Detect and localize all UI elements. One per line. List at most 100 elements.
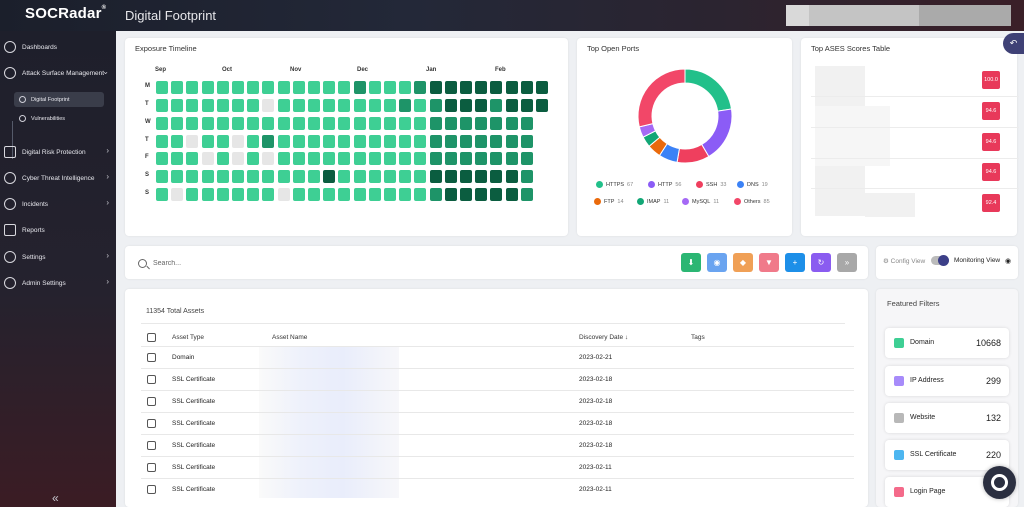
heatmap-cell[interactable] <box>292 117 305 130</box>
heatmap-cell[interactable] <box>429 117 442 130</box>
heatmap-cell[interactable] <box>292 188 305 201</box>
legend-item-https[interactable]: HTTPS 67 <box>596 181 633 188</box>
heatmap-cell[interactable] <box>384 117 396 130</box>
collapse-sidebar-icon[interactable]: « <box>52 491 59 505</box>
refresh-button[interactable]: ↻ <box>811 253 831 272</box>
column-header-tags[interactable]: Tags <box>691 334 705 341</box>
sidebar-item-incidents[interactable]: Incidents › <box>0 195 116 213</box>
heatmap-cell[interactable] <box>186 188 199 201</box>
heatmap-cell[interactable] <box>444 99 457 112</box>
heatmap-cell[interactable] <box>262 135 275 148</box>
heatmap-cell[interactable] <box>308 152 320 165</box>
dislike-button[interactable]: ▼ <box>759 253 779 272</box>
legend-item-mysql[interactable]: MySQL 11 <box>682 198 719 205</box>
download-button[interactable]: ⬇ <box>681 253 701 272</box>
heatmap-cell[interactable] <box>399 117 412 130</box>
row-checkbox[interactable] <box>147 419 156 428</box>
ases-score-badge[interactable]: 100.0 <box>982 71 1000 89</box>
heatmap-cell[interactable] <box>156 135 168 148</box>
heatmap-cell[interactable] <box>384 170 396 183</box>
heatmap-cell[interactable] <box>368 152 381 165</box>
heatmap-cell[interactable] <box>262 170 275 183</box>
view-button[interactable]: ◉ <box>707 253 727 272</box>
heatmap-cell[interactable] <box>368 170 381 183</box>
heatmap-cell[interactable] <box>414 81 427 94</box>
heatmap-cell[interactable] <box>444 152 457 165</box>
back-icon[interactable]: ↶ <box>1003 33 1024 54</box>
legend-item-others[interactable]: Others 85 <box>734 198 770 205</box>
heatmap-cell[interactable] <box>171 135 184 148</box>
heatmap-cell[interactable] <box>201 170 214 183</box>
heatmap-cell[interactable] <box>460 188 472 201</box>
heatmap-cell[interactable] <box>353 81 366 94</box>
column-header-asset-type[interactable]: Asset Type <box>172 334 204 341</box>
heatmap-cell[interactable] <box>460 170 472 183</box>
heatmap-cell[interactable] <box>505 170 518 183</box>
heatmap-cell[interactable] <box>475 152 488 165</box>
heatmap-cell[interactable] <box>262 117 275 130</box>
heatmap-cell[interactable] <box>186 170 199 183</box>
heatmap-cell[interactable] <box>201 152 214 165</box>
heatmap-cell[interactable] <box>247 117 260 130</box>
heatmap-cell[interactable] <box>338 135 351 148</box>
heatmap-cell[interactable] <box>520 117 533 130</box>
legend-item-imap[interactable]: IMAP 11 <box>637 198 669 205</box>
sidebar-item-dashboards[interactable]: Dashboards <box>0 38 116 56</box>
heatmap-cell[interactable] <box>292 152 305 165</box>
heatmap-cell[interactable] <box>520 152 533 165</box>
heatmap-cell[interactable] <box>308 170 320 183</box>
heatmap-cell[interactable] <box>338 117 351 130</box>
heatmap-cell[interactable] <box>490 99 503 112</box>
heatmap-cell[interactable] <box>262 152 275 165</box>
heatmap-cell[interactable] <box>232 170 244 183</box>
heatmap-cell[interactable] <box>292 99 305 112</box>
heatmap-cell[interactable] <box>460 99 472 112</box>
heatmap-cell[interactable] <box>399 81 412 94</box>
heatmap-cell[interactable] <box>399 99 412 112</box>
heatmap-cell[interactable] <box>414 152 427 165</box>
heatmap-cell[interactable] <box>277 99 290 112</box>
featured-filter-domain[interactable]: Domain 10668 <box>885 328 1009 358</box>
row-checkbox[interactable] <box>147 397 156 406</box>
heatmap-cell[interactable] <box>368 81 381 94</box>
heatmap-cell[interactable] <box>505 135 518 148</box>
heatmap-cell[interactable] <box>505 99 518 112</box>
heatmap-cell[interactable] <box>323 99 336 112</box>
heatmap-cell[interactable] <box>277 188 290 201</box>
column-header-asset-name[interactable]: Asset Name <box>272 334 307 341</box>
heatmap-cell[interactable] <box>384 135 396 148</box>
heatmap-cell[interactable] <box>490 117 503 130</box>
heatmap-cell[interactable] <box>368 135 381 148</box>
heatmap-cell[interactable] <box>323 81 336 94</box>
heatmap-cell[interactable] <box>171 99 184 112</box>
heatmap-cell[interactable] <box>520 99 533 112</box>
ases-score-badge[interactable]: 92.4 <box>982 194 1000 212</box>
heatmap-cell[interactable] <box>156 99 168 112</box>
heatmap-cell[interactable] <box>186 99 199 112</box>
heatmap-cell[interactable] <box>171 152 184 165</box>
heatmap-cell[interactable] <box>232 152 244 165</box>
heatmap-cell[interactable] <box>353 170 366 183</box>
heatmap-cell[interactable] <box>505 152 518 165</box>
heatmap-cell[interactable] <box>186 117 199 130</box>
heatmap-cell[interactable] <box>201 99 214 112</box>
sidebar-item-settings[interactable]: Settings › <box>0 248 116 266</box>
heatmap-cell[interactable] <box>384 99 396 112</box>
heatmap-cell[interactable] <box>429 170 442 183</box>
heatmap-cell[interactable] <box>247 188 260 201</box>
heatmap-cell[interactable] <box>201 188 214 201</box>
heatmap-cell[interactable] <box>460 152 472 165</box>
heatmap-cell[interactable] <box>399 152 412 165</box>
sidebar-item-admin-settings[interactable]: Admin Settings › <box>0 274 116 292</box>
legend-item-dns[interactable]: DNS 19 <box>737 181 768 188</box>
ases-score-badge[interactable]: 94.6 <box>982 163 1000 181</box>
select-all-checkbox[interactable] <box>147 333 156 342</box>
heatmap-cell[interactable] <box>171 188 184 201</box>
heatmap-cell[interactable] <box>475 117 488 130</box>
heatmap-cell[interactable] <box>444 188 457 201</box>
heatmap-cell[interactable] <box>308 99 320 112</box>
heatmap-cell[interactable] <box>156 188 168 201</box>
heatmap-cell[interactable] <box>323 170 336 183</box>
heatmap-cell[interactable] <box>429 135 442 148</box>
sidebar-item-attack-surface-management[interactable]: Attack Surface Management ⌄ <box>0 64 116 82</box>
